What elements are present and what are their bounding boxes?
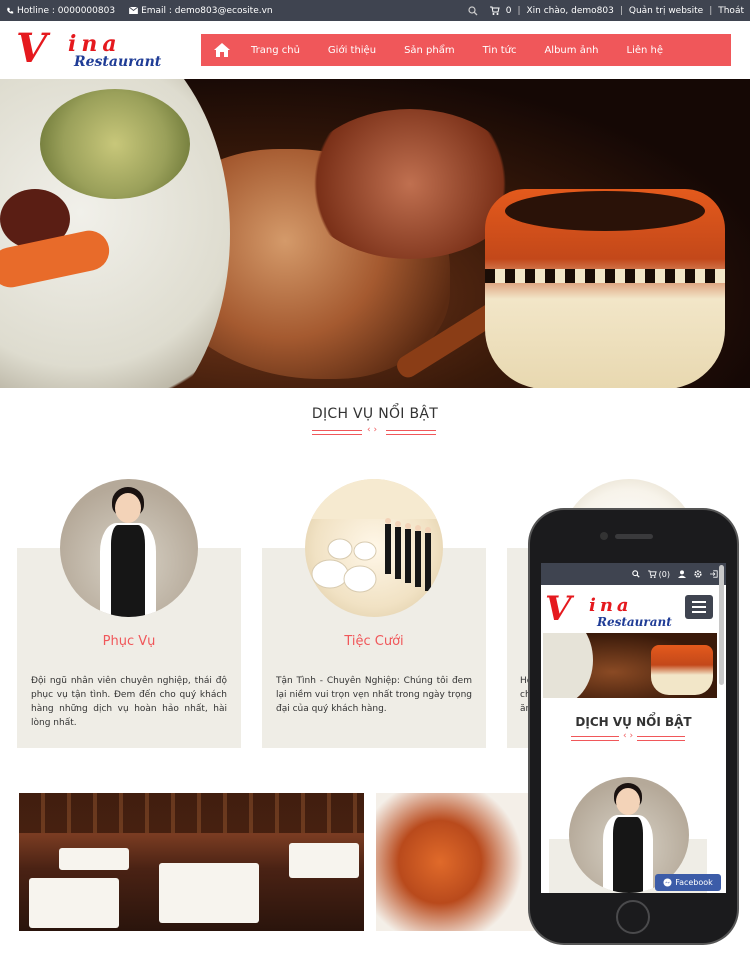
separator: | — [619, 5, 623, 16]
phone-screen: (0) V ina Restaurant DỊCH VỤ NỔI BẬT ‹ › — [541, 563, 726, 893]
card-text: Tận Tình - Chuyên Nghiệp: Chúng tôi đem … — [276, 676, 472, 714]
photo-shelves — [19, 793, 364, 833]
header: V ina Restaurant Trang chủ Giới thiệu Sả… — [0, 21, 750, 79]
greeting[interactable]: Xin chào, demo803 — [526, 6, 613, 16]
divider-arrows: ‹ › — [367, 425, 378, 435]
envelope-icon — [129, 7, 139, 14]
facebook-label: Facebook — [675, 878, 713, 887]
logout-icon[interactable] — [710, 570, 718, 578]
mobile-banner-cup — [651, 645, 713, 695]
hotline-text: Hotline : 0000000803 — [17, 5, 116, 16]
mobile-section-divider: ‹ › — [571, 731, 696, 744]
mobile-logo-ina: ina — [589, 595, 633, 616]
hero-banner-image — [0, 79, 750, 388]
mobile-top-bar: (0) — [541, 563, 726, 585]
section-title: DỊCH VỤ NỔI BẬT — [311, 406, 439, 422]
main-nav: Trang chủ Giới thiệu Sản phẩm Tin tức Al… — [201, 34, 731, 66]
cart-icon[interactable] — [489, 6, 500, 15]
top-bar: Hotline : 0000000803 Email : demo803@eco… — [0, 0, 750, 21]
cart-count[interactable]: 0 — [506, 6, 512, 16]
photo-table — [29, 878, 119, 928]
phone-speaker — [615, 534, 653, 539]
separator: | — [709, 5, 713, 16]
nav-item-album[interactable]: Album ảnh — [544, 45, 598, 56]
mobile-banner-image — [543, 633, 717, 698]
mobile-section-title: DỊCH VỤ NỔI BẬT — [575, 715, 692, 729]
nav-item-products[interactable]: Sản phẩm — [404, 45, 455, 56]
phone-icon — [7, 7, 14, 14]
mobile-logo-restaurant: Restaurant — [597, 615, 672, 629]
hotline[interactable]: Hotline : 0000000803 — [6, 6, 115, 16]
card-title[interactable]: Tiệc Cưới — [262, 634, 486, 649]
card-title[interactable]: Phục Vụ — [17, 634, 241, 649]
wedding-scene — [305, 479, 443, 593]
nav-item-contact[interactable]: Liên hệ — [627, 45, 664, 56]
cart-icon — [647, 570, 657, 578]
mobile-banner-plate — [543, 633, 593, 698]
facebook-messenger-button[interactable]: Facebook — [655, 874, 721, 891]
divider-line-right — [637, 736, 685, 741]
home-icon — [214, 43, 230, 57]
photo-table — [59, 848, 129, 870]
divider-line-left — [571, 736, 619, 741]
nav-item-news[interactable]: Tin tức — [483, 45, 517, 56]
separator: | — [517, 5, 521, 16]
mobile-cart-count: (0) — [658, 569, 670, 579]
mobile-logo-v: V — [545, 589, 572, 629]
mobile-logo[interactable]: V ina Restaurant — [545, 589, 695, 631]
nav-item-home[interactable]: Trang chủ — [251, 45, 300, 56]
photo-table — [159, 863, 259, 923]
home-button[interactable] — [211, 40, 233, 60]
divider-arrows: ‹ › — [623, 731, 634, 741]
divider-line-right — [386, 430, 436, 435]
logo-restaurant: Restaurant — [74, 54, 162, 70]
hamburger-menu-icon[interactable] — [685, 595, 713, 619]
card-text: Đội ngũ nhân viên chuyên nghiệp, thái độ… — [31, 676, 227, 728]
search-icon[interactable] — [631, 570, 640, 578]
restaurant-interior-photo[interactable] — [19, 793, 364, 931]
phone-camera — [600, 532, 608, 540]
mobile-cart[interactable]: (0) — [647, 569, 670, 579]
gear-icon[interactable] — [694, 570, 702, 578]
waiter-figure — [98, 487, 162, 617]
banner-cup-band — [485, 269, 725, 283]
logo-v: V — [16, 25, 48, 72]
phone-home-button — [616, 900, 650, 934]
email-text: Email : demo803@ecosite.vn — [141, 5, 273, 16]
section-divider: ‹ › — [312, 425, 437, 438]
page: Hotline : 0000000803 Email : demo803@eco… — [0, 0, 750, 955]
logo[interactable]: V ina Restaurant — [16, 25, 186, 73]
user-icon[interactable] — [678, 570, 686, 578]
email[interactable]: Email : demo803@ecosite.vn — [129, 6, 273, 16]
nav-item-about[interactable]: Giới thiệu — [328, 45, 376, 56]
wedding-photo[interactable] — [305, 479, 443, 617]
search-icon[interactable] — [468, 5, 478, 16]
divider-line-left — [312, 430, 362, 435]
logout-link[interactable]: Thoát — [718, 6, 744, 16]
phone-mockup: (0) V ina Restaurant DỊCH VỤ NỔI BẬT ‹ › — [530, 510, 737, 943]
admin-link[interactable]: Quản trị website — [629, 6, 703, 16]
waiter-figure — [601, 783, 657, 893]
messenger-icon — [663, 878, 672, 887]
waiter-photo[interactable] — [60, 479, 198, 617]
banner-cabbage — [40, 89, 190, 199]
mobile-scrollbar[interactable] — [719, 565, 724, 685]
photo-table — [289, 843, 359, 878]
lobster-dish-photo[interactable] — [376, 793, 536, 931]
banner-cup-inside — [505, 191, 705, 231]
